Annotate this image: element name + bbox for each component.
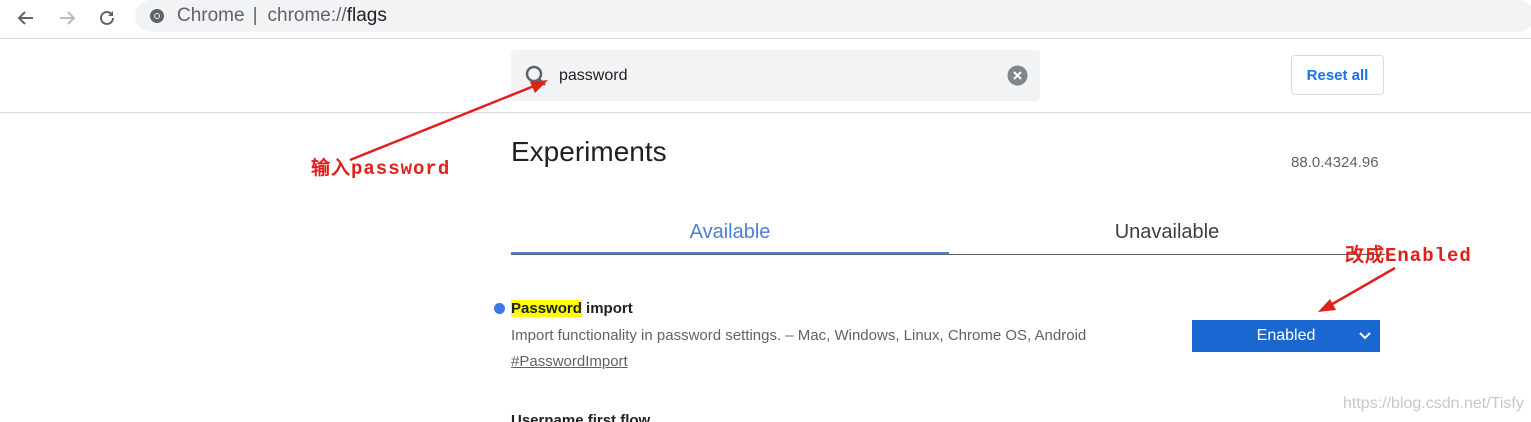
tabs-divider	[511, 254, 1385, 255]
next-experiment-title: Username first flow	[511, 412, 651, 422]
browser-toolbar: Chrome | chrome://flags	[0, 0, 1531, 39]
back-button[interactable]	[11, 3, 41, 33]
tab-unavailable[interactable]: Unavailable	[949, 210, 1385, 254]
search-input[interactable]	[557, 60, 981, 92]
annotation-change-note: 改成Enabled	[1345, 245, 1472, 267]
reset-all-button[interactable]: Reset all	[1291, 55, 1384, 95]
experiment-title-rest: import	[581, 300, 633, 317]
page: Chrome | chrome://flags Reset all Experi…	[0, 0, 1531, 422]
reload-icon	[100, 10, 114, 25]
selected-state: Enabled	[1256, 327, 1316, 344]
flags-header: Reset all	[0, 39, 1531, 113]
annotation-arrow-enabled	[1321, 266, 1396, 312]
annotation-arrowhead-enabled	[1318, 299, 1336, 312]
forward-button[interactable]	[52, 3, 82, 33]
clear-search-icon[interactable]	[1007, 65, 1028, 86]
search-highlight: Password	[511, 300, 582, 317]
reload-button[interactable]	[92, 3, 122, 33]
active-tab-indicator	[511, 252, 949, 254]
chrome-logo-icon	[150, 9, 164, 23]
site-name: Chrome	[177, 5, 245, 26]
watermark: https://blog.csdn.net/Tisfy	[1343, 395, 1524, 412]
tab-available[interactable]: Available	[511, 210, 949, 254]
url-separator: |	[252, 5, 258, 26]
chevron-down-icon	[1359, 332, 1371, 340]
search-box	[511, 50, 1040, 101]
omnibox[interactable]: Chrome | chrome://flags	[135, 0, 1531, 32]
search-icon	[525, 65, 546, 86]
version-label: 88.0.4324.96	[1291, 154, 1379, 171]
url-prefix: chrome://	[267, 5, 347, 26]
url-text: chrome://flags	[268, 5, 387, 27]
annotation-input-note: 输入password	[311, 158, 451, 180]
forward-arrow-icon	[60, 11, 76, 25]
experiment-permalink[interactable]: #PasswordImport	[511, 353, 628, 370]
experiment-title: Password import	[511, 300, 633, 317]
page-title: Experiments	[511, 136, 667, 167]
experiment-description: Import functionality in password setting…	[511, 327, 1087, 344]
experiment-state-select[interactable]: Enabled	[1192, 320, 1380, 352]
back-arrow-icon	[17, 11, 33, 25]
modified-indicator-dot	[494, 303, 505, 314]
url-path: flags	[346, 5, 387, 26]
